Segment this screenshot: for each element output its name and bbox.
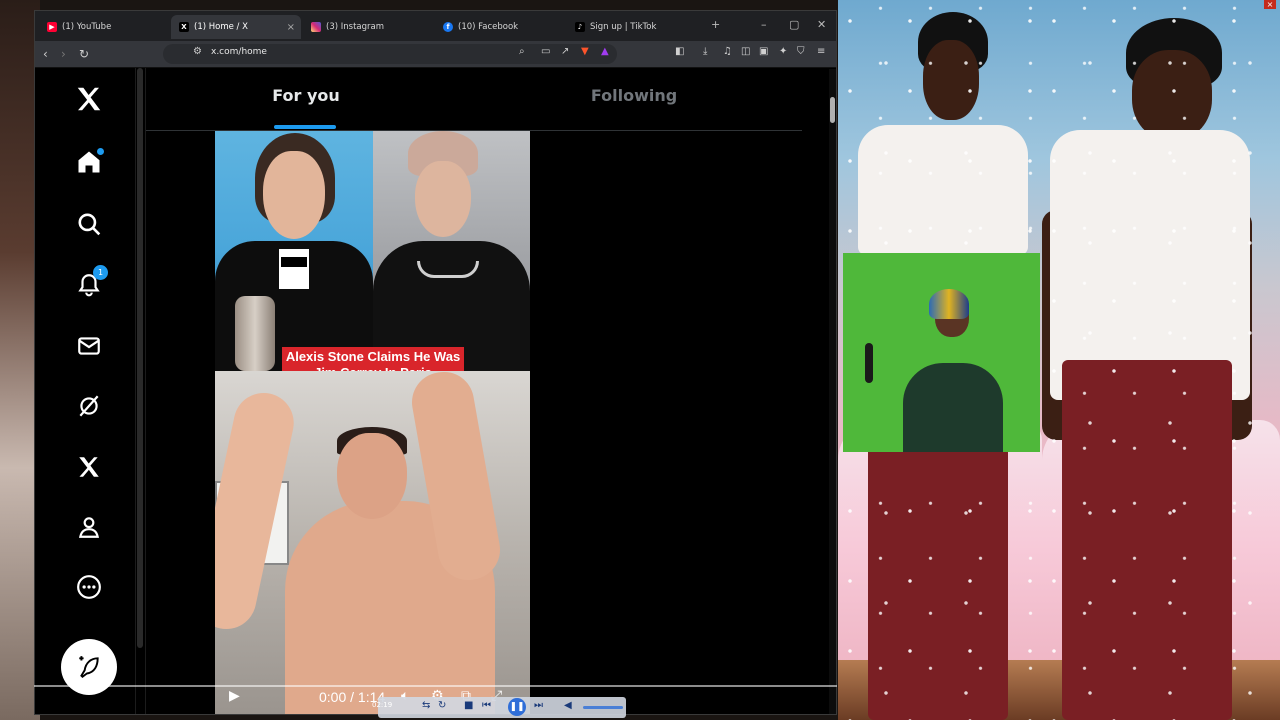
close-tab-icon[interactable]: × [287,22,295,33]
volume-slider[interactable] [583,706,623,709]
pause-icon[interactable]: ❚❚ [508,698,526,716]
scrollbar-thumb[interactable] [830,97,835,123]
window-close-icon[interactable]: ✕ [817,18,826,31]
leo-ai-icon[interactable]: ✦ [779,46,787,57]
menu-icon[interactable]: ≡ [817,46,825,57]
reader-icon[interactable]: ▭ [541,46,550,57]
instagram-icon [311,22,321,32]
home-badge-dot [97,148,104,155]
video-frame-jim-carrey [215,131,373,371]
background-video-frame-right [1042,0,1280,720]
close-icon[interactable]: × [1264,0,1276,9]
wallet-icon[interactable]: ▣ [759,46,768,57]
new-tab-button[interactable]: + [711,18,720,31]
x-sidebar-nav: 1 [35,68,136,714]
tab-strip: ▶ (1) YouTube X (1) Home / X × (3) Insta… [35,11,836,41]
forward-icon[interactable]: › [61,45,66,63]
more-icon[interactable] [73,571,105,603]
main-timeline: For you Following Alexis Stone Claims He… [145,68,802,714]
vpn-icon[interactable]: ⛉ [797,46,805,57]
video-frame-selfie [215,367,530,714]
address-toolbar: ‹ › ↻ ⚐ ⚙ x.com/home ⌕ ▭ ↗ ▼ ▲ ◧ ⤓ ♫ ◫ ▣… [35,41,836,68]
next-icon[interactable]: ⏭ [534,700,543,711]
page-scrollbar[interactable] [829,69,836,714]
previous-icon[interactable]: ⏮ [482,700,491,711]
notifications-badge: 1 [93,265,108,280]
feather-icon [79,656,99,679]
tab-instagram[interactable]: (3) Instagram [303,15,433,39]
x-logo-icon[interactable] [73,83,105,115]
video-frame-alexis-stone [373,131,530,371]
notifications-icon[interactable]: 1 [73,265,108,301]
post-video[interactable]: Alexis Stone Claims He Was Jim Carrey In… [215,131,530,714]
player-elapsed-time: 02:19 [372,701,393,709]
tab-youtube[interactable]: ▶ (1) YouTube [39,15,169,39]
share-icon[interactable]: ↗ [561,46,569,57]
sidebar-scrollbar[interactable] [137,68,143,648]
brave-rewards-icon[interactable]: ▲ [601,46,609,57]
brave-shield-icon[interactable]: ▼ [581,46,589,57]
feed-tabs: For you Following [146,68,802,131]
grok-icon[interactable] [73,390,105,422]
media-player-controls: 02:19 ⇆ ↻ ■ ⏮ ❚❚ ⏭ ◀ [372,697,626,718]
premium-icon[interactable] [73,451,105,483]
minimize-icon[interactable]: – [761,18,767,31]
zoom-icon[interactable]: ⌕ [519,46,525,57]
tab-label: (10) Facebook [458,22,519,32]
messages-icon[interactable] [73,330,105,362]
x-home-page: 1 For you Following Alexis Stone Claims … [35,68,836,714]
search-icon[interactable] [73,208,105,240]
browser-window: ▶ (1) YouTube X (1) Home / X × (3) Insta… [34,10,837,715]
site-info-icon[interactable]: ⚙ [193,46,202,57]
tab-following[interactable]: Following [534,86,734,105]
play-icon[interactable]: ▶ [229,688,240,704]
tab-label: (3) Instagram [326,22,384,32]
sidebar-icon[interactable]: ◧ [675,46,684,57]
maximize-icon[interactable]: ▢ [789,18,799,31]
back-icon[interactable]: ‹ [43,45,48,63]
profile-icon[interactable] [73,511,105,543]
stop-icon[interactable]: ■ [464,700,473,711]
reload-icon[interactable]: ↻ [79,45,89,63]
tab-label: Sign up | TikTok [590,22,657,32]
tab-label: (1) YouTube [62,22,112,32]
address-bar[interactable]: ⚙ x.com/home ⌕ ▭ ↗ ▼ ▲ [163,44,617,64]
repeat-icon[interactable]: ↻ [438,700,446,711]
tab-tiktok[interactable]: ♪ Sign up | TikTok [567,15,697,39]
active-tab-indicator [274,125,336,129]
x-logo-icon: X [179,22,189,32]
shuffle-icon[interactable]: ⇆ [422,700,430,711]
youtube-icon: ▶ [47,22,57,32]
url-text[interactable]: x.com/home [211,47,267,57]
player-seek-bar[interactable] [34,685,837,687]
tiktok-icon: ♪ [575,22,585,32]
reactor-webcam-overlay [843,253,1040,452]
home-icon[interactable] [73,146,105,178]
tab-for-you[interactable]: For you [206,86,406,105]
download-icon[interactable]: ⤓ [703,46,707,57]
volume-icon[interactable]: ◀ [564,700,572,711]
tab-facebook[interactable]: f (10) Facebook [435,15,565,39]
media-icon[interactable]: ♫ [723,46,732,57]
tab-label: (1) Home / X [194,22,248,32]
tab-x-home[interactable]: X (1) Home / X × [171,15,301,39]
split-view-icon[interactable]: ◫ [741,46,750,57]
facebook-icon: f [443,22,453,32]
